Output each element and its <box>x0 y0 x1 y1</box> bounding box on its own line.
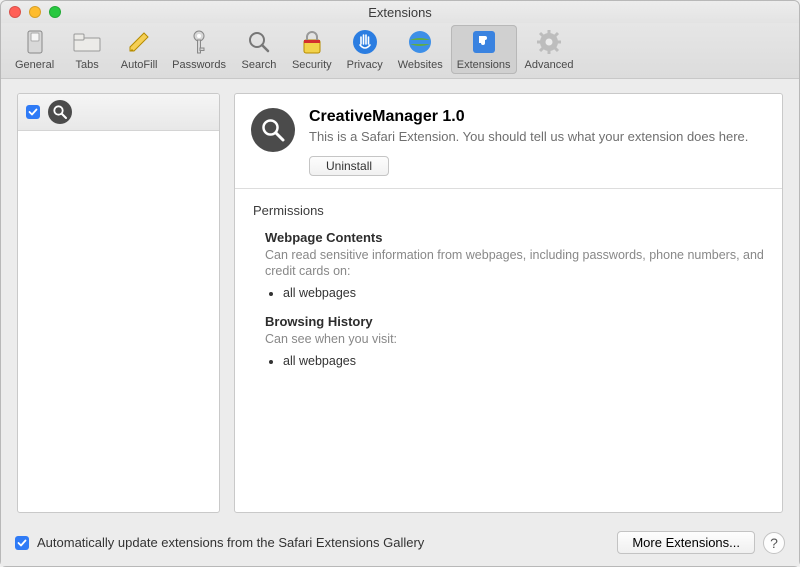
tabs-icon <box>72 27 102 57</box>
more-extensions-button[interactable]: More Extensions... <box>617 531 755 554</box>
toolbar-websites[interactable]: Websites <box>392 25 449 74</box>
toolbar-general[interactable]: General <box>9 25 60 74</box>
extension-list-item[interactable] <box>18 94 219 131</box>
auto-update-checkbox[interactable] <box>15 536 29 550</box>
toolbar-label: Tabs <box>76 59 99 71</box>
preferences-toolbar: General Tabs AutoFill Passwords Search <box>1 23 799 79</box>
footer-bar: Automatically update extensions from the… <box>1 523 799 566</box>
permission-webpage-contents: Webpage Contents Can read sensitive info… <box>265 230 764 301</box>
auto-update-label: Automatically update extensions from the… <box>37 535 424 550</box>
toolbar-label: AutoFill <box>121 59 158 71</box>
permission-item: all webpages <box>283 286 764 300</box>
toolbar-security[interactable]: Security <box>286 25 338 74</box>
permission-heading: Webpage Contents <box>265 230 764 245</box>
magnifier-icon <box>251 108 295 152</box>
magnifier-icon <box>48 100 72 124</box>
toolbar-tabs[interactable]: Tabs <box>62 25 112 74</box>
permission-browsing-history: Browsing History Can see when you visit:… <box>265 314 764 368</box>
preferences-window: Extensions General Tabs AutoFill Passwor… <box>0 0 800 567</box>
gear-icon <box>534 27 564 57</box>
permission-heading: Browsing History <box>265 314 764 329</box>
permission-description: Can read sensitive information from webp… <box>265 247 764 281</box>
toolbar-label: Passwords <box>172 59 226 71</box>
window-title: Extensions <box>1 5 799 20</box>
extensions-sidebar <box>17 93 220 513</box>
toolbar-label: Websites <box>398 59 443 71</box>
toolbar-label: Privacy <box>347 59 383 71</box>
globe-icon <box>405 27 435 57</box>
toolbar-search[interactable]: Search <box>234 25 284 74</box>
search-icon <box>244 27 274 57</box>
hand-icon <box>350 27 380 57</box>
permissions-section: Permissions Webpage Contents Can read se… <box>235 189 782 397</box>
extension-enabled-checkbox[interactable] <box>26 105 40 119</box>
toolbar-label: Extensions <box>457 59 511 71</box>
toolbar-label: Advanced <box>525 59 574 71</box>
puzzle-icon <box>469 27 499 57</box>
toolbar-label: Search <box>242 59 277 71</box>
permissions-heading: Permissions <box>253 203 764 218</box>
lock-icon <box>297 27 327 57</box>
key-icon <box>184 27 214 57</box>
toolbar-label: Security <box>292 59 332 71</box>
help-button[interactable]: ? <box>763 532 785 554</box>
uninstall-button[interactable]: Uninstall <box>309 156 389 176</box>
toolbar-autofill[interactable]: AutoFill <box>114 25 164 74</box>
extension-header: CreativeManager 1.0 This is a Safari Ext… <box>235 94 782 189</box>
switch-icon <box>20 27 50 57</box>
content-area: CreativeManager 1.0 This is a Safari Ext… <box>1 79 799 523</box>
toolbar-advanced[interactable]: Advanced <box>519 25 580 74</box>
titlebar: Extensions <box>1 1 799 23</box>
permission-description: Can see when you visit: <box>265 331 764 348</box>
extension-detail-pane: CreativeManager 1.0 This is a Safari Ext… <box>234 93 783 513</box>
toolbar-label: General <box>15 59 54 71</box>
permission-item: all webpages <box>283 354 764 368</box>
toolbar-privacy[interactable]: Privacy <box>340 25 390 74</box>
extension-description: This is a Safari Extension. You should t… <box>309 128 766 146</box>
toolbar-passwords[interactable]: Passwords <box>166 25 232 74</box>
pencil-icon <box>124 27 154 57</box>
extension-title: CreativeManager 1.0 <box>309 108 766 126</box>
toolbar-extensions[interactable]: Extensions <box>451 25 517 74</box>
